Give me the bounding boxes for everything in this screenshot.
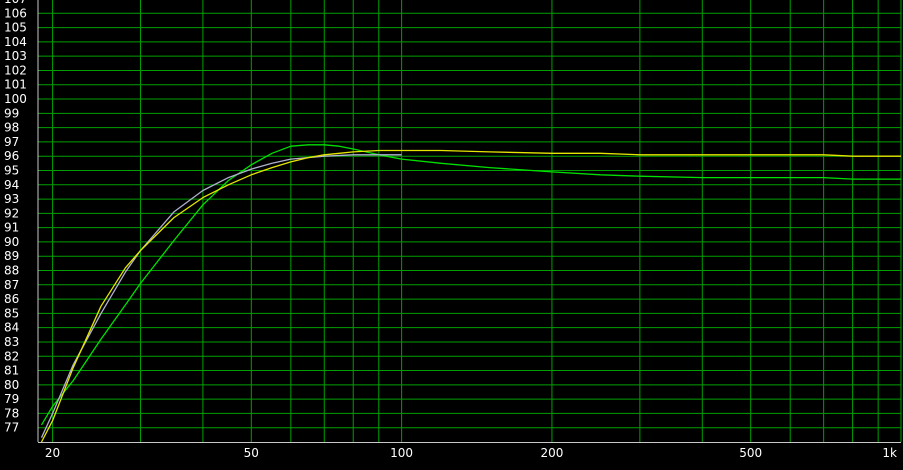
- x-tick-label: 20: [45, 446, 60, 460]
- y-tick-label: 82: [4, 349, 19, 363]
- y-tick-label: 107: [4, 0, 27, 6]
- y-tick-label: 96: [4, 149, 19, 163]
- y-tick-label: 102: [4, 63, 27, 77]
- chart-svg: 7778798081828384858687888990919293949596…: [4, 0, 902, 460]
- y-tick-label: 97: [4, 135, 19, 149]
- y-tick-label: 88: [4, 264, 19, 278]
- y-tick-label: 84: [4, 321, 19, 335]
- x-tick-label: 1k: [882, 446, 897, 460]
- y-tick-label: 104: [4, 35, 27, 49]
- y-tick-label: 77: [4, 421, 19, 435]
- y-tick-label: 78: [4, 406, 19, 420]
- y-tick-label: 93: [4, 192, 19, 206]
- x-tick-label: 100: [390, 446, 413, 460]
- y-tick-label: 95: [4, 163, 19, 177]
- y-tick-label: 79: [4, 392, 19, 406]
- x-tick-label: 200: [540, 446, 563, 460]
- y-tick-label: 103: [4, 49, 27, 63]
- y-tick-label: 101: [4, 78, 27, 92]
- y-tick-label: 106: [4, 6, 27, 20]
- y-tick-label: 92: [4, 206, 19, 220]
- y-tick-label: 86: [4, 292, 19, 306]
- y-tick-label: 80: [4, 378, 19, 392]
- y-tick-label: 81: [4, 364, 19, 378]
- y-tick-label: 91: [4, 221, 19, 235]
- x-tick-label: 50: [244, 446, 259, 460]
- y-tick-label: 98: [4, 121, 19, 135]
- y-tick-label: 94: [4, 178, 19, 192]
- y-tick-label: 87: [4, 278, 19, 292]
- y-tick-label: 105: [4, 21, 27, 35]
- x-tick-label: 500: [739, 446, 762, 460]
- plot-area: [38, 0, 901, 442]
- y-tick-label: 100: [4, 92, 27, 106]
- y-tick-label: 85: [4, 306, 19, 320]
- frequency-response-chart: 77 78 79 80 81 82 83 84 85 86 87 88 89 90 91 92 93 94 95 96…: [0, 0, 903, 466]
- y-tick-label: 90: [4, 235, 19, 249]
- y-tick-label: 83: [4, 335, 19, 349]
- y-tick-label: 99: [4, 106, 19, 120]
- y-tick-label: 89: [4, 249, 19, 263]
